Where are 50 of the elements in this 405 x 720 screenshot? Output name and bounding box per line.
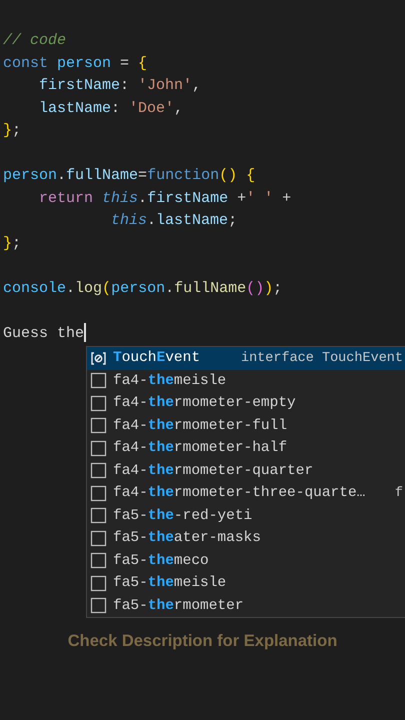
suggestion-label: fa4-thermometer-full	[113, 418, 288, 434]
suggestion-item[interactable]: TouchEvent interface TouchEvent	[87, 347, 405, 370]
square-icon	[90, 484, 107, 502]
suggestion-item[interactable]: fa4-thermometer-three-quarte… f	[87, 482, 405, 504]
code-line: // code	[3, 31, 66, 51]
square-icon	[90, 440, 107, 457]
suggestion-label: fa5-themeco	[113, 552, 209, 569]
code-line: };	[3, 234, 22, 254]
suggestion-label: fa5-themeisle	[113, 575, 226, 592]
suggestion-label: fa5-the-red-yeti	[113, 508, 252, 524]
code-line: this.lastName;	[110, 211, 238, 231]
suggestion-item[interactable]: fa4-themeisle	[87, 370, 405, 392]
code-line: };	[3, 121, 22, 141]
square-icon	[90, 394, 107, 412]
code-line: console.log(person.fullName());	[3, 278, 282, 298]
suggestion-item[interactable]: fa4-thermometer-quarter	[87, 460, 405, 482]
suggestion-item[interactable]: fa5-theater-masks	[87, 527, 405, 550]
suggestion-detail: interface TouchEvent	[240, 350, 404, 366]
interface-icon	[90, 350, 107, 367]
suggestion-item[interactable]: fa4-thermometer-half	[87, 437, 405, 460]
square-icon	[90, 574, 107, 592]
square-icon	[90, 530, 107, 547]
square-icon	[90, 597, 107, 614]
suggestion-label: fa4-thermometer-three-quarte…	[113, 485, 366, 502]
suggestion-label: TouchEvent	[113, 350, 200, 366]
code-line: const person = {	[3, 54, 148, 74]
suggestion-label: fa5-theater-masks	[113, 530, 261, 546]
square-icon	[90, 552, 107, 570]
square-icon	[90, 417, 107, 434]
code-line: person.fullName=function() {	[3, 166, 256, 186]
code-line: return this.firstName +' ' +	[38, 188, 292, 208]
suggestion-item[interactable]: fa5-the-red-yeti	[87, 504, 405, 527]
suggestion-item[interactable]: fa4-thermometer-full	[87, 414, 405, 437]
suggestion-label: fa4-thermometer-half	[113, 440, 288, 456]
suggestion-detail: f	[394, 486, 404, 501]
caption-text: Check Description for Explanation	[68, 632, 338, 650]
code-line: firstName: 'John',	[38, 76, 202, 96]
square-icon	[90, 372, 107, 390]
code-line: lastName: 'Doe',	[38, 98, 184, 118]
suggestion-label: fa4-thermometer-empty	[113, 395, 296, 412]
suggestion-label: fa5-thermometer	[113, 598, 244, 614]
code-line: Guess the	[3, 322, 86, 344]
suggestion-label: fa4-thermometer-quarter	[113, 462, 314, 479]
suggestion-item[interactable]: fa4-thermometer-empty	[87, 392, 405, 414]
square-icon	[90, 462, 107, 480]
suggestion-label: fa4-themeisle	[113, 372, 226, 389]
suggestion-item[interactable]: fa5-themeisle	[87, 572, 405, 594]
suggestion-item[interactable]: fa5-themeco	[87, 550, 405, 572]
suggestion-item[interactable]: fa5-thermometer	[87, 594, 405, 617]
square-icon	[90, 507, 107, 524]
